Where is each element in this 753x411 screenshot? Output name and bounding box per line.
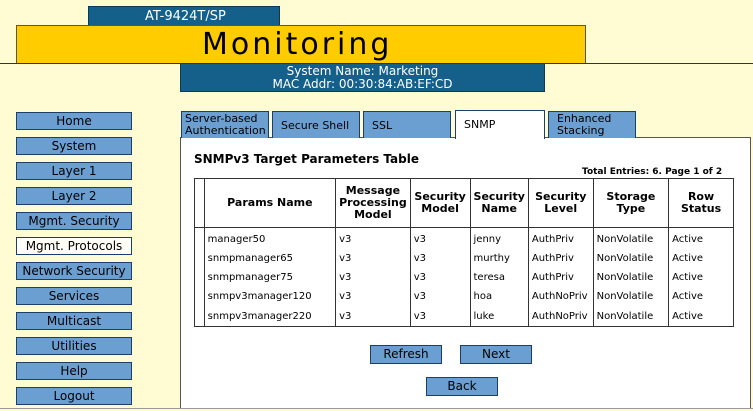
table-cell: Active: [668, 268, 734, 287]
tab-secure-shell[interactable]: Secure Shell: [272, 111, 360, 138]
row-select-cell[interactable]: [194, 287, 205, 306]
table-cell: AuthNoPriv: [527, 287, 594, 306]
column-header: Security Name: [469, 178, 529, 228]
sidebar-item-home[interactable]: Home: [16, 112, 132, 130]
table-cell: NonVolatile: [592, 227, 670, 249]
table-cell: AuthPriv: [527, 249, 594, 268]
column-header: Row Status: [668, 178, 734, 228]
sidebar-item-network-security[interactable]: Network Security: [16, 262, 132, 280]
table-row[interactable]: snmpmanager65 v3 v3 murthy AuthPriv NonV…: [194, 249, 734, 268]
table-cell: manager50: [203, 227, 337, 249]
table-cell: Active: [668, 287, 734, 306]
tab-server-based-authentication[interactable]: Server-based Authentication: [181, 111, 269, 138]
system-info-box: System Name: Marketing MAC Addr: 00:30:8…: [180, 63, 545, 92]
table-cell: AuthPriv: [527, 268, 594, 287]
next-button[interactable]: Next: [460, 345, 532, 364]
row-select-cell[interactable]: [194, 227, 205, 249]
table-cell: AuthPriv: [527, 227, 594, 249]
sidebar-item-logout[interactable]: Logout: [16, 387, 132, 405]
table-cell: v3: [409, 287, 471, 306]
table-cell: hoa: [469, 287, 529, 306]
sidebar-item-help[interactable]: Help: [16, 362, 132, 380]
table-cell: NonVolatile: [592, 306, 670, 327]
sidebar-item-mgmt-protocols[interactable]: Mgmt. Protocols: [16, 237, 132, 255]
select-column-header: [194, 178, 205, 228]
sidebar-item-layer2[interactable]: Layer 2: [16, 187, 132, 205]
table-cell: Active: [668, 249, 734, 268]
sidebar-item-mgmt-security[interactable]: Mgmt. Security: [16, 212, 132, 230]
table-header-row: Params Name Message Processing Model Sec…: [194, 178, 734, 228]
total-entries-label: Total Entries: 6. Page 1 of 2: [582, 167, 723, 177]
table-row[interactable]: manager50 v3 v3 jenny AuthPriv NonVolati…: [194, 227, 734, 249]
sidebar-item-system[interactable]: System: [16, 137, 132, 155]
table-cell: v3: [409, 306, 471, 327]
table-cell: jenny: [469, 227, 529, 249]
table-cell: snmpmanager75: [203, 268, 337, 287]
table-cell: v3: [335, 306, 411, 327]
column-header: Message Processing Model: [335, 178, 411, 228]
table-cell: v3: [409, 268, 471, 287]
table-cell: NonVolatile: [592, 287, 670, 306]
table-cell: v3: [409, 249, 471, 268]
column-header: Security Level: [527, 178, 594, 228]
table-cell: snmpmanager65: [203, 249, 337, 268]
table-cell: snmpv3manager120: [203, 287, 337, 306]
sidebar-item-services[interactable]: Services: [16, 287, 132, 305]
row-select-cell[interactable]: [194, 268, 205, 287]
mac-address-label: MAC Addr: 00:30:84:AB:EF:CD: [272, 77, 453, 91]
table-cell: Active: [668, 227, 734, 249]
table-row[interactable]: snmpv3manager120 v3 v3 hoa AuthNoPriv No…: [194, 287, 734, 306]
column-header: Params Name: [203, 178, 337, 228]
tab-ssl[interactable]: SSL: [363, 111, 451, 138]
table-cell: murthy: [469, 249, 529, 268]
table-cell: AuthNoPriv: [527, 306, 594, 327]
footer-divider: [0, 408, 753, 409]
back-button[interactable]: Back: [426, 377, 498, 396]
table-cell: teresa: [469, 268, 529, 287]
table-cell: v3: [335, 227, 411, 249]
sidebar-item-multicast[interactable]: Multicast: [16, 312, 132, 330]
page-title: Monitoring: [16, 25, 586, 64]
table-cell: v3: [335, 287, 411, 306]
tab-snmp[interactable]: SNMP: [455, 110, 545, 139]
table-cell: NonVolatile: [592, 249, 670, 268]
table-cell: NonVolatile: [592, 268, 670, 287]
snmpv3-target-params-table: Params Name Message Processing Model Sec…: [194, 178, 734, 327]
table-cell: luke: [469, 306, 529, 327]
tab-enhanced-stacking[interactable]: Enhanced Stacking: [548, 111, 636, 138]
sidebar-item-utilities[interactable]: Utilities: [16, 337, 132, 355]
table-cell: snmpv3manager220: [203, 306, 337, 327]
table-cell: v3: [409, 227, 471, 249]
row-select-cell[interactable]: [194, 306, 205, 327]
refresh-button[interactable]: Refresh: [370, 345, 442, 364]
table-title: SNMPv3 Target Parameters Table: [194, 152, 419, 166]
column-header: Storage Type: [592, 178, 670, 228]
column-header: Security Model: [409, 178, 471, 228]
table-cell: Active: [668, 306, 734, 327]
device-model-label: AT-9424T/SP: [88, 6, 280, 26]
table-cell: v3: [335, 268, 411, 287]
table-cell: v3: [335, 249, 411, 268]
table-row[interactable]: snmpmanager75 v3 v3 teresa AuthPriv NonV…: [194, 268, 734, 287]
table-row[interactable]: snmpv3manager220 v3 v3 luke AuthNoPriv N…: [194, 306, 734, 327]
row-select-cell[interactable]: [194, 249, 205, 268]
sidebar-item-layer1[interactable]: Layer 1: [16, 162, 132, 180]
